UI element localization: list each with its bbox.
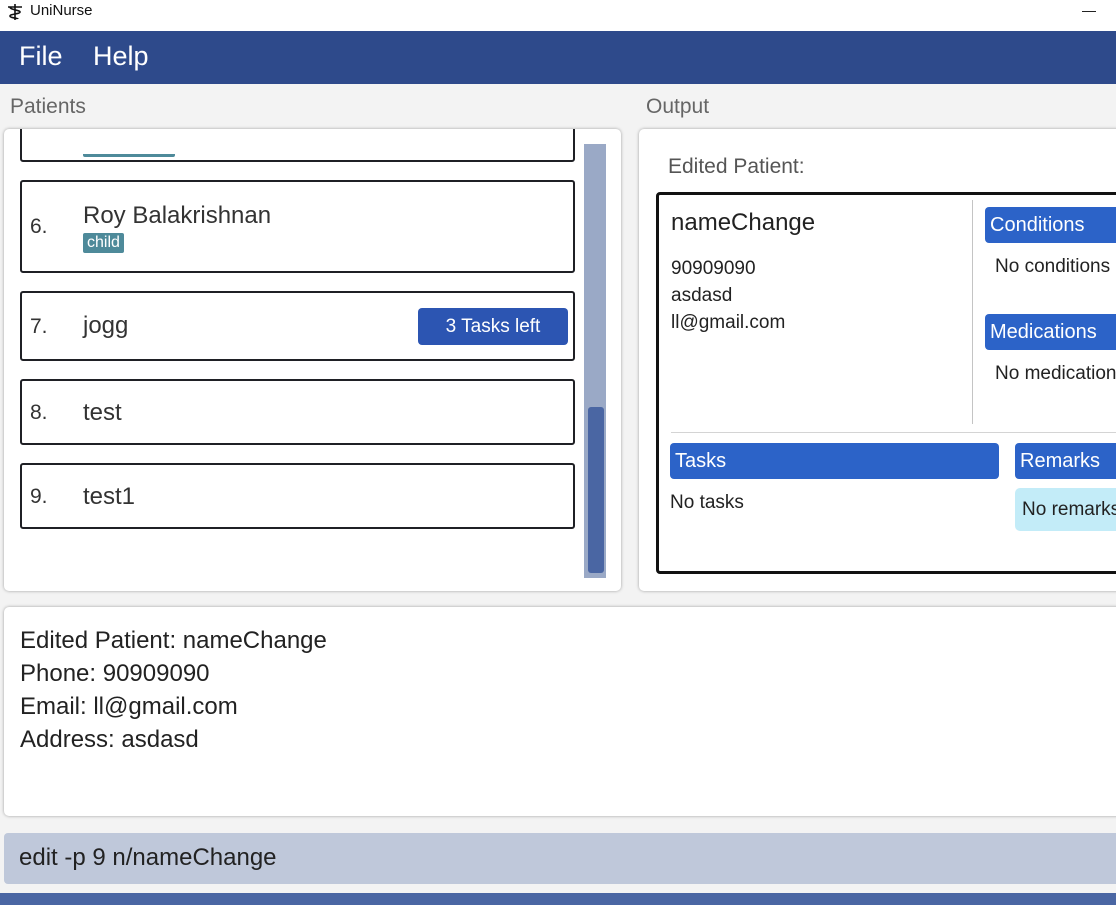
output-heading: Edited Patient:: [668, 155, 805, 178]
remarks-text: No remarks: [1015, 488, 1116, 531]
conditions-text: No conditions: [995, 256, 1111, 277]
status-bar: [0, 893, 1116, 905]
output-panel: Edited Patient: nameChange 90909090 asda…: [639, 129, 1116, 591]
result-line: Phone: 90909090: [20, 660, 210, 687]
patients-section-label: Patients: [10, 95, 86, 118]
patient-name: Roy Balakrishnan: [83, 202, 272, 229]
conditions-header: Conditions: [985, 207, 1116, 243]
detail-vertical-divider: [972, 200, 973, 424]
patient-name: jogg: [83, 312, 129, 339]
patients-scrollbar-thumb[interactable]: [588, 407, 604, 573]
detail-phone: 90909090: [671, 258, 756, 279]
caduceus-icon: [8, 4, 22, 20]
medications-text: No medications: [995, 363, 1116, 384]
patient-index: 7.: [30, 315, 48, 338]
medications-header: Medications: [985, 314, 1116, 350]
menu-file[interactable]: File: [19, 41, 63, 72]
remarks-header: Remarks: [1015, 443, 1116, 479]
patient-card[interactable]: 7. jogg 3 Tasks left: [20, 291, 575, 361]
app-title: UniNurse: [30, 2, 93, 19]
result-line: Email: ll@gmail.com: [20, 693, 238, 720]
detail-email: ll@gmail.com: [671, 312, 786, 333]
patient-index: 8.: [30, 401, 48, 424]
detail-address: asdasd: [671, 285, 733, 306]
result-line: Edited Patient: nameChange: [20, 627, 327, 654]
patient-card[interactable]: 8. test: [20, 379, 575, 445]
result-display: Edited Patient: nameChange Phone: 909090…: [4, 607, 1116, 816]
patient-detail-card: nameChange 90909090 asdasd ll@gmail.com …: [656, 192, 1116, 574]
menu-help[interactable]: Help: [93, 41, 149, 72]
patients-list-panel: 6. Roy Balakrishnan child 7. jogg 3 Task…: [4, 129, 621, 591]
patient-card-partial[interactable]: [20, 129, 575, 162]
patient-index: 9.: [30, 485, 48, 508]
patient-card[interactable]: 9. test1: [20, 463, 575, 529]
command-input[interactable]: [19, 844, 1069, 872]
detail-patient-name: nameChange: [671, 209, 816, 236]
menu-bar: File Help: [0, 31, 1116, 84]
patient-name: test: [83, 399, 122, 426]
patient-tag: child: [83, 233, 124, 253]
tasks-left-badge: 3 Tasks left: [418, 308, 568, 345]
patient-index: 6.: [30, 215, 48, 238]
command-box: [4, 833, 1116, 884]
detail-horizontal-divider: [671, 432, 1116, 433]
title-bar: UniNurse: [0, 0, 1116, 31]
tasks-text: No tasks: [670, 492, 744, 513]
output-section-label: Output: [646, 95, 710, 118]
minimize-button[interactable]: [1078, 0, 1102, 24]
patient-name: test1: [83, 483, 136, 510]
tag-partial: [83, 139, 175, 157]
patient-card[interactable]: 6. Roy Balakrishnan child: [20, 180, 575, 273]
result-line: Address: asdasd: [20, 726, 199, 753]
tasks-header: Tasks: [670, 443, 999, 479]
